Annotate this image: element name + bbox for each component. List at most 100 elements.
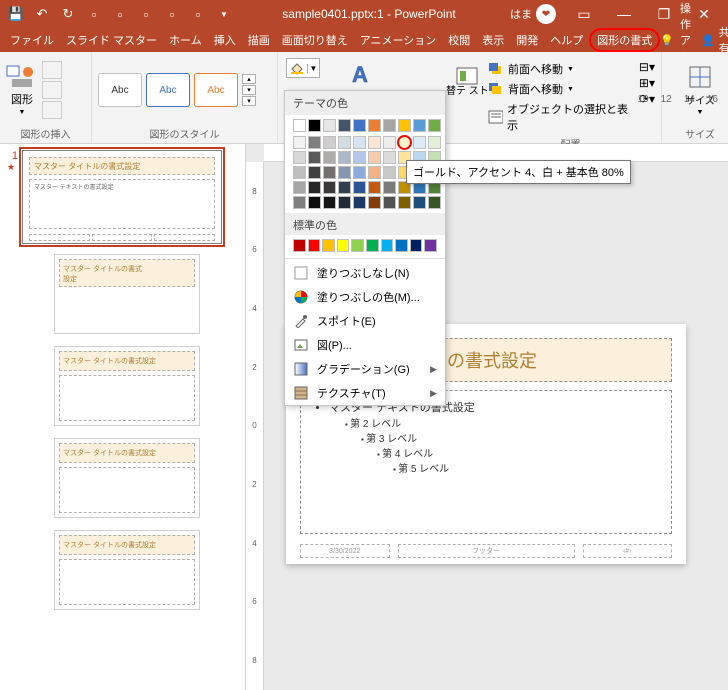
chevron-down-icon[interactable]: ▼ xyxy=(307,64,319,73)
color-swatch[interactable] xyxy=(323,151,336,164)
tab-home[interactable]: ホーム xyxy=(163,28,208,52)
color-swatch[interactable] xyxy=(338,166,351,179)
qat-icon[interactable]: ▫ xyxy=(134,2,158,26)
group-icon[interactable]: ⊞▾ xyxy=(639,76,655,90)
lightbulb-icon[interactable]: 💡 xyxy=(660,34,674,47)
slide-number-placeholder[interactable]: ‹#› xyxy=(583,544,673,558)
tab-slide-master[interactable]: スライド マスター xyxy=(60,28,163,52)
color-swatch[interactable] xyxy=(293,136,306,149)
color-swatch[interactable] xyxy=(308,181,321,194)
color-swatch[interactable] xyxy=(428,119,441,132)
color-swatch[interactable] xyxy=(353,166,366,179)
qat-icon[interactable]: ▫ xyxy=(186,2,210,26)
eyedropper-item[interactable]: スポイト(E) xyxy=(285,309,445,333)
tab-file[interactable]: ファイル xyxy=(4,28,60,52)
tab-shape-format[interactable]: 図形の書式 xyxy=(589,28,660,52)
vertical-ruler[interactable]: 8 6 4 2 0 2 4 6 8 xyxy=(246,162,264,690)
color-swatch[interactable] xyxy=(353,136,366,149)
picture-fill-item[interactable]: 図(P)... xyxy=(285,333,445,357)
color-swatch[interactable] xyxy=(293,181,306,194)
tab-developer[interactable]: 開発 xyxy=(510,28,544,52)
color-swatch[interactable] xyxy=(338,151,351,164)
qat-icon[interactable]: ▫ xyxy=(108,2,132,26)
color-swatch[interactable] xyxy=(293,151,306,164)
color-swatch[interactable] xyxy=(368,119,381,132)
style-preset-1[interactable]: Abc xyxy=(98,73,142,107)
color-swatch[interactable] xyxy=(428,136,441,149)
tab-transitions[interactable]: 画面切り替え xyxy=(276,28,354,52)
color-swatch[interactable] xyxy=(413,136,426,149)
layout-thumbnail[interactable]: マスター タイトルの書式設定 xyxy=(54,346,200,426)
style-preset-2[interactable]: Abc xyxy=(146,73,190,107)
tab-review[interactable]: 校閲 xyxy=(442,28,476,52)
undo-icon[interactable]: ↶ xyxy=(30,2,54,26)
text-box-icon[interactable] xyxy=(42,81,62,99)
bring-forward-button[interactable]: 前面へ移動 ▼ xyxy=(486,60,633,78)
color-swatch[interactable] xyxy=(323,181,336,194)
more-fill-colors-item[interactable]: 塗りつぶしの色(M)... xyxy=(285,285,445,309)
color-swatch[interactable] xyxy=(368,181,381,194)
save-icon[interactable]: 💾 xyxy=(4,2,28,26)
color-swatch-highlighted[interactable] xyxy=(398,136,411,149)
date-placeholder[interactable]: 3/30/2022 xyxy=(300,544,390,558)
tab-draw[interactable]: 描画 xyxy=(242,28,276,52)
qat-dropdown-icon[interactable]: ▼ xyxy=(212,2,236,26)
style-preset-3[interactable]: Abc xyxy=(194,73,238,107)
color-swatch[interactable] xyxy=(353,119,366,132)
color-swatch[interactable] xyxy=(308,151,321,164)
color-swatch[interactable] xyxy=(323,196,336,209)
align-icon[interactable]: ⊟▾ xyxy=(639,60,655,74)
scroll-up-icon[interactable]: ▴ xyxy=(242,74,256,84)
selection-pane-button[interactable]: オブジェクトの選択と表示 xyxy=(486,100,633,134)
minimize-icon[interactable]: ― xyxy=(604,0,644,28)
color-swatch[interactable] xyxy=(338,119,351,132)
color-swatch[interactable] xyxy=(338,181,351,194)
color-swatch[interactable] xyxy=(308,136,321,149)
color-swatch[interactable] xyxy=(308,119,321,132)
color-swatch[interactable] xyxy=(293,239,306,252)
color-swatch[interactable] xyxy=(308,166,321,179)
color-swatch[interactable] xyxy=(395,239,408,252)
color-swatch[interactable] xyxy=(368,136,381,149)
color-swatch[interactable] xyxy=(338,196,351,209)
color-swatch[interactable] xyxy=(323,136,336,149)
no-fill-item[interactable]: 塗りつぶしなし(N) xyxy=(285,261,445,285)
color-swatch[interactable] xyxy=(383,181,396,194)
tab-insert[interactable]: 挿入 xyxy=(208,28,242,52)
master-thumbnail[interactable]: マスター タイトルの書式設定 マスター テキストの書式設定 xyxy=(22,150,222,244)
footer-placeholder[interactable]: フッター xyxy=(398,544,575,558)
color-swatch[interactable] xyxy=(383,166,396,179)
color-swatch[interactable] xyxy=(293,166,306,179)
color-swatch[interactable] xyxy=(368,196,381,209)
layout-thumbnail[interactable]: マスター タイトルの書式設定 xyxy=(54,438,200,518)
qat-icon[interactable]: ▫ xyxy=(160,2,184,26)
color-swatch[interactable] xyxy=(353,196,366,209)
color-swatch[interactable] xyxy=(337,239,350,252)
gradient-fill-item[interactable]: グラデーション(G) ▶ xyxy=(285,357,445,381)
layout-thumbnail[interactable]: マスター タイトルの書式 設定 xyxy=(54,254,200,334)
shape-fill-button[interactable]: ▼ xyxy=(286,58,320,78)
size-button[interactable]: サイズ ▼ xyxy=(685,64,715,116)
color-swatch[interactable] xyxy=(293,119,306,132)
tab-help[interactable]: ヘルプ xyxy=(544,28,589,52)
color-swatch[interactable] xyxy=(366,239,379,252)
color-swatch[interactable] xyxy=(381,239,394,252)
merge-shapes-icon[interactable] xyxy=(42,101,62,119)
color-swatch[interactable] xyxy=(410,239,423,252)
color-swatch[interactable] xyxy=(338,136,351,149)
edit-shape-icon[interactable] xyxy=(42,61,62,79)
color-swatch[interactable] xyxy=(383,119,396,132)
redo-icon[interactable]: ↻ xyxy=(56,2,80,26)
user-account[interactable]: はま ❤ xyxy=(502,4,564,24)
color-swatch[interactable] xyxy=(368,166,381,179)
texture-fill-item[interactable]: テクスチャ(T) ▶ xyxy=(285,381,445,405)
color-swatch[interactable] xyxy=(413,119,426,132)
color-swatch[interactable] xyxy=(308,239,321,252)
gallery-expand-icon[interactable]: ▾ xyxy=(242,96,256,106)
send-backward-button[interactable]: 背面へ移動 ▼ xyxy=(486,80,633,98)
color-swatch[interactable] xyxy=(383,136,396,149)
layout-thumbnail[interactable]: マスター タイトルの書式設定 xyxy=(54,530,200,610)
color-swatch[interactable] xyxy=(383,151,396,164)
tab-view[interactable]: 表示 xyxy=(476,28,510,52)
chevron-down-icon[interactable]: ▼ xyxy=(567,86,574,93)
